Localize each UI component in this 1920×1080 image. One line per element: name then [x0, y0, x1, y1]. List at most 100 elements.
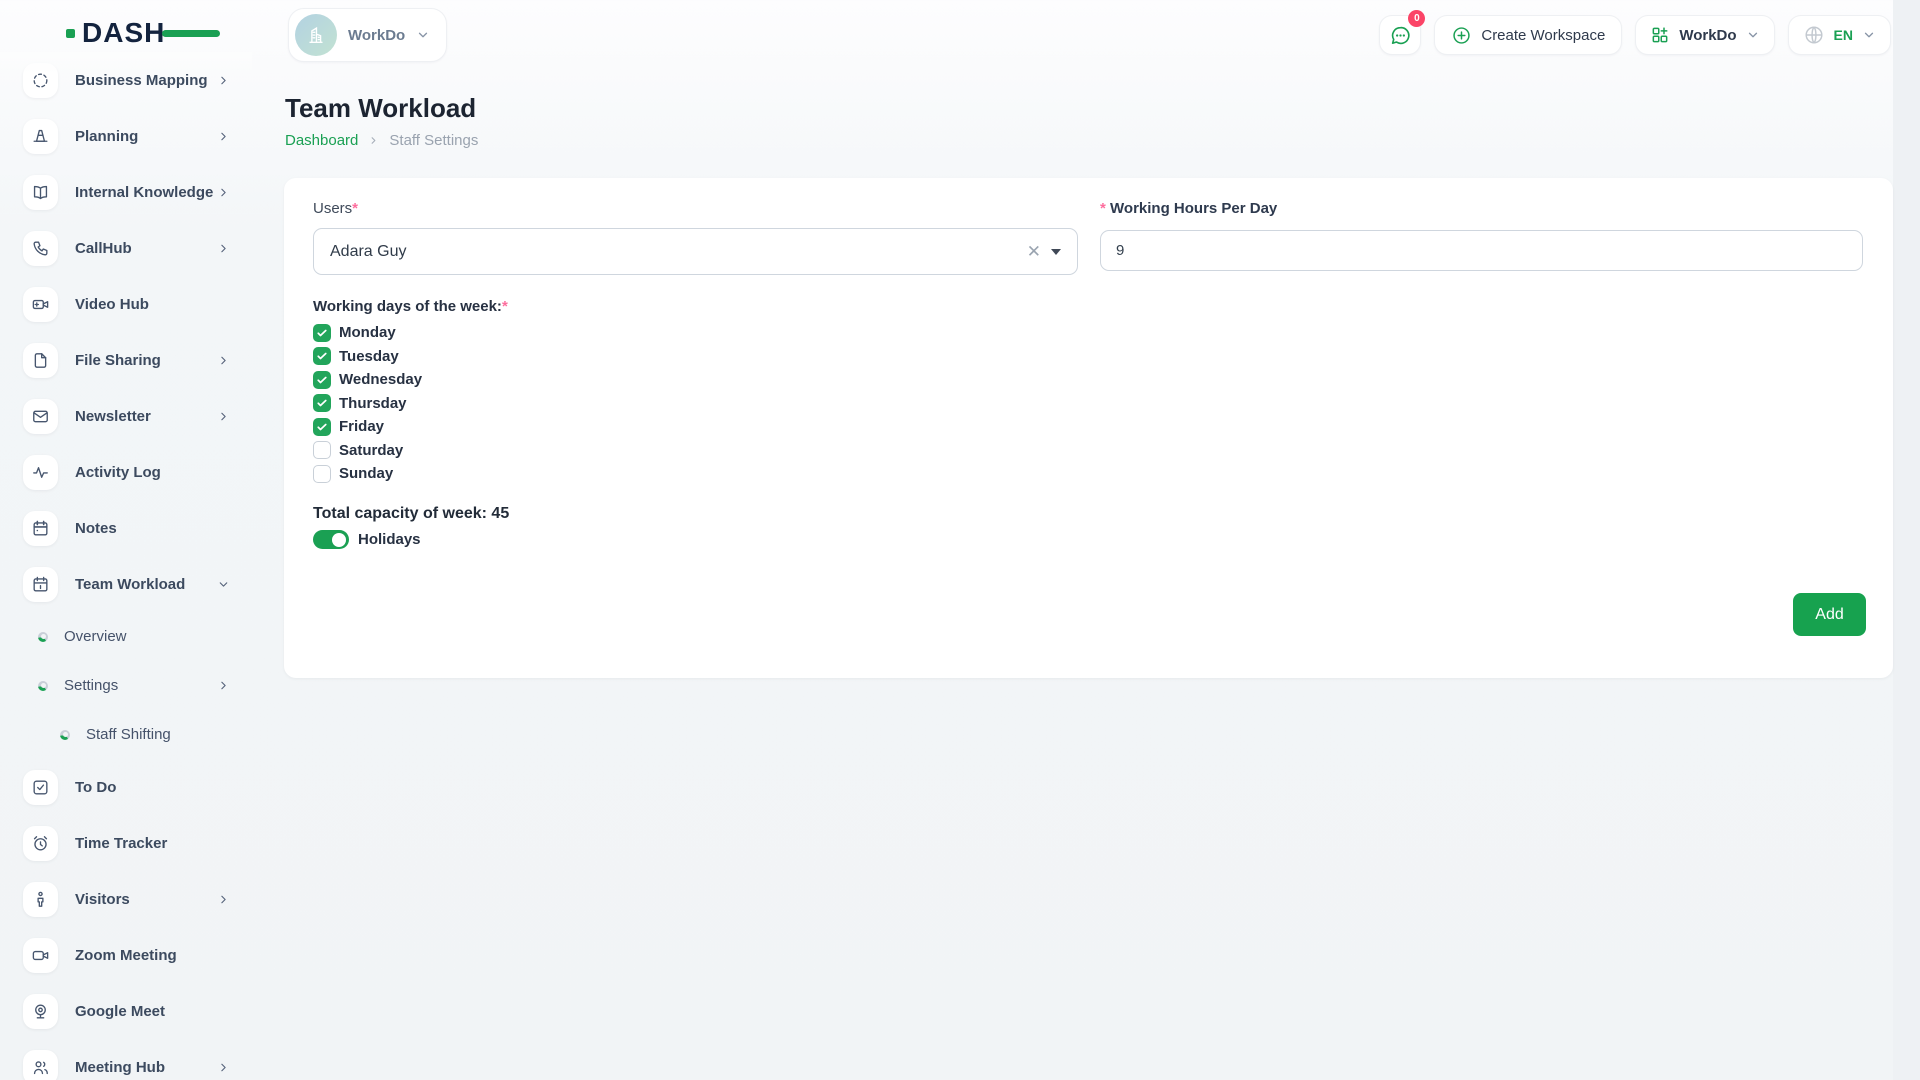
- sidebar-item-zoom-meeting[interactable]: Zoom Meeting: [0, 927, 252, 983]
- file-icon: [23, 343, 58, 378]
- clear-icon[interactable]: ✕: [1023, 239, 1045, 264]
- working-day-tuesday[interactable]: Tuesday: [313, 345, 422, 369]
- language-selector[interactable]: EN: [1788, 15, 1891, 55]
- checkbox-thursday[interactable]: [313, 394, 331, 412]
- sidebar-item-overview[interactable]: Overview: [0, 612, 252, 661]
- todo-check-icon: [23, 770, 58, 805]
- sidebar-item-business-mapping[interactable]: Business Mapping: [0, 52, 252, 108]
- calendar-workload-icon: [23, 567, 58, 602]
- breadcrumb: Dashboard Staff Settings: [285, 132, 478, 149]
- sidebar: Business Mapping Planning Internal Knowl…: [0, 52, 252, 1080]
- sidebar-item-time-tracker[interactable]: Time Tracker: [0, 815, 252, 871]
- planning-icon: [23, 119, 58, 154]
- checkbox-friday[interactable]: [313, 418, 331, 436]
- chevron-down-icon: [416, 28, 430, 42]
- holidays-label: Holidays: [358, 531, 421, 548]
- activity-pulse-icon: [23, 455, 58, 490]
- video-plus-icon: [23, 287, 58, 322]
- workspace-avatar: [295, 14, 337, 56]
- sidebar-item-visitors[interactable]: Visitors: [0, 871, 252, 927]
- dropdown-caret-icon: [1051, 249, 1061, 255]
- workspace-menu-label: WorkDo: [1679, 27, 1736, 44]
- messages-button[interactable]: 0: [1379, 15, 1421, 55]
- toggle-knob: [332, 533, 346, 547]
- notification-badge: 0: [1408, 10, 1425, 27]
- logo-dash: [162, 30, 220, 37]
- working-day-friday[interactable]: Friday: [313, 415, 422, 439]
- users-label: Users*: [313, 200, 358, 217]
- create-workspace-button[interactable]: Create Workspace: [1434, 15, 1622, 55]
- logo-text: DASH: [82, 16, 165, 50]
- checkbox-tuesday[interactable]: [313, 347, 331, 365]
- checkbox-sunday[interactable]: [313, 465, 331, 483]
- logo-dot: [66, 29, 75, 38]
- required-marker: *: [352, 200, 358, 217]
- staff-settings-card: Users* Adara Guy ✕ * Working Hours Per D…: [284, 178, 1893, 678]
- app-logo[interactable]: DASH: [66, 16, 165, 50]
- person-icon: [23, 882, 58, 917]
- sidebar-item-google-meet[interactable]: Google Meet: [0, 983, 252, 1039]
- sidebar-item-team-workload[interactable]: Team Workload: [0, 556, 252, 612]
- checkbox-monday[interactable]: [313, 324, 331, 342]
- people-icon: [23, 1050, 58, 1080]
- working-day-saturday[interactable]: Saturday: [313, 439, 422, 463]
- workspace-switcher[interactable]: WorkDo: [288, 8, 447, 62]
- chevron-down-icon: [1746, 28, 1760, 42]
- chevron-right-icon: [217, 1061, 230, 1074]
- bullet-icon: [38, 632, 48, 642]
- checkbox-wednesday[interactable]: [313, 371, 331, 389]
- page-scrollbar[interactable]: [1893, 0, 1920, 1080]
- sidebar-item-newsletter[interactable]: Newsletter: [0, 388, 252, 444]
- working-hours-input[interactable]: [1100, 230, 1863, 271]
- chevron-right-icon: [217, 242, 230, 255]
- globe-icon: [1803, 24, 1825, 46]
- chevron-right-icon: [217, 74, 230, 87]
- sidebar-item-internal-knowledge[interactable]: Internal Knowledge: [0, 164, 252, 220]
- required-marker: *: [1100, 200, 1106, 217]
- chevron-right-icon: [217, 186, 230, 199]
- chevron-right-icon: [368, 135, 379, 146]
- chevron-down-icon: [217, 578, 230, 591]
- chevron-right-icon: [217, 354, 230, 367]
- working-day-monday[interactable]: Monday: [313, 321, 422, 345]
- create-workspace-label: Create Workspace: [1481, 27, 1605, 44]
- add-button[interactable]: Add: [1793, 593, 1866, 636]
- chevron-right-icon: [217, 893, 230, 906]
- workspace-menu-button[interactable]: WorkDo: [1635, 15, 1774, 55]
- breadcrumb-dashboard-link[interactable]: Dashboard: [285, 132, 358, 149]
- users-select[interactable]: Adara Guy ✕: [313, 228, 1078, 275]
- chevron-right-icon: [217, 410, 230, 423]
- chevron-right-icon: [217, 679, 230, 692]
- sidebar-item-callhub[interactable]: CallHub: [0, 220, 252, 276]
- building-icon: [305, 24, 327, 46]
- sidebar-item-meeting-hub[interactable]: Meeting Hub: [0, 1039, 252, 1080]
- sidebar-item-settings[interactable]: Settings: [0, 661, 252, 710]
- apps-grid-icon: [1650, 25, 1670, 45]
- working-days-list: Monday Tuesday Wednesday Thursday Friday…: [313, 321, 422, 486]
- webcam-icon: [23, 994, 58, 1029]
- bullet-icon: [38, 681, 48, 691]
- working-hours-label: * Working Hours Per Day: [1100, 200, 1277, 217]
- book-icon: [23, 175, 58, 210]
- working-day-wednesday[interactable]: Wednesday: [313, 368, 422, 392]
- checkbox-saturday[interactable]: [313, 441, 331, 459]
- bullet-icon: [60, 730, 70, 740]
- language-code: EN: [1834, 27, 1853, 43]
- users-select-value: Adara Guy: [330, 243, 406, 261]
- sidebar-item-video-hub[interactable]: Video Hub: [0, 276, 252, 332]
- sidebar-item-activity-log[interactable]: Activity Log: [0, 444, 252, 500]
- envelope-icon: [23, 399, 58, 434]
- chevron-down-icon: [1862, 28, 1876, 42]
- working-day-thursday[interactable]: Thursday: [313, 392, 422, 416]
- sidebar-item-planning[interactable]: Planning: [0, 108, 252, 164]
- holidays-row: Holidays: [313, 530, 421, 549]
- sidebar-item-notes[interactable]: Notes: [0, 500, 252, 556]
- chevron-right-icon: [217, 130, 230, 143]
- page-title: Team Workload: [285, 93, 476, 124]
- sidebar-item-to-do[interactable]: To Do: [0, 759, 252, 815]
- sidebar-item-staff-shifting[interactable]: Staff Shifting: [0, 710, 252, 759]
- holidays-toggle[interactable]: [313, 530, 349, 549]
- sidebar-item-file-sharing[interactable]: File Sharing: [0, 332, 252, 388]
- working-day-sunday[interactable]: Sunday: [313, 462, 422, 486]
- workspace-name: WorkDo: [348, 27, 405, 44]
